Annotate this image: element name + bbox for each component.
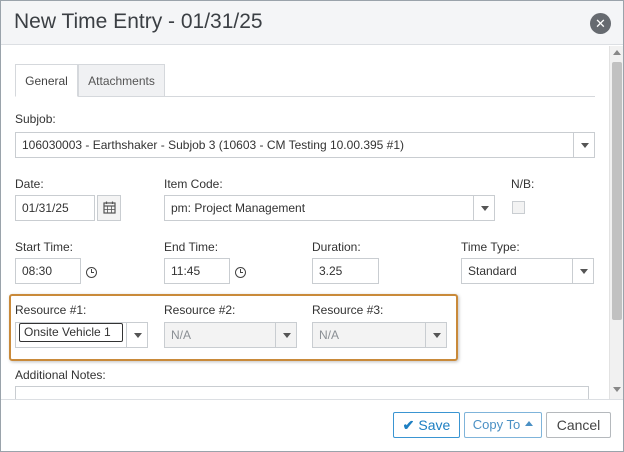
- chevron-down-icon: [481, 206, 489, 211]
- resource1-value: Onsite Vehicle 1: [19, 323, 123, 342]
- time-type-value: Standard: [468, 264, 517, 278]
- tab-bar: General Attachments: [15, 64, 595, 97]
- vertical-scrollbar[interactable]: [609, 46, 623, 399]
- resource2-label: Resource #2:: [164, 303, 236, 317]
- close-button[interactable]: ✕: [590, 13, 611, 34]
- calendar-icon: [103, 201, 116, 214]
- save-button-label: Save: [418, 417, 451, 433]
- resource3-value: N/A: [319, 328, 340, 342]
- resource2-value: N/A: [171, 328, 192, 342]
- additional-notes-textarea[interactable]: [15, 386, 589, 399]
- copy-to-button[interactable]: Copy To: [464, 412, 542, 438]
- resource3-label: Resource #3:: [312, 303, 384, 317]
- dialog-footer: ✔ Save Copy To Cancel: [1, 399, 623, 451]
- date-label: Date:: [15, 177, 44, 191]
- subjob-dropdown-button[interactable]: [573, 132, 595, 158]
- end-time-label: End Time:: [164, 240, 219, 254]
- additional-notes-label: Additional Notes:: [15, 368, 106, 382]
- scrollbar-thumb[interactable]: [612, 62, 622, 320]
- copy-to-button-label: Copy To: [472, 417, 521, 432]
- check-icon: ✔: [402, 417, 415, 433]
- duration-label: Duration:: [312, 240, 361, 254]
- tab-general[interactable]: General: [15, 64, 78, 97]
- subjob-select[interactable]: 106030003 - Earthshaker - Subjob 3 (1060…: [15, 132, 595, 158]
- time-type-label: Time Type:: [461, 240, 520, 254]
- nb-checkbox[interactable]: [512, 201, 525, 214]
- cancel-button[interactable]: Cancel: [546, 412, 611, 438]
- resource1-label: Resource #1:: [15, 303, 87, 317]
- time-entry-dialog: New Time Entry - 01/31/25 ✕ General Atta…: [0, 0, 624, 452]
- nb-label: N/B:: [511, 177, 535, 191]
- dialog-body: General Attachments Subjob: 106030003 - …: [1, 46, 609, 399]
- date-picker-button[interactable]: [97, 195, 121, 221]
- dialog-header: New Time Entry - 01/31/25 ✕: [1, 1, 623, 45]
- start-time-input[interactable]: 08:30: [15, 258, 81, 284]
- close-icon: ✕: [595, 16, 606, 31]
- resource2-dropdown-button[interactable]: [275, 322, 297, 348]
- chevron-down-icon: [433, 333, 441, 338]
- end-time-input[interactable]: 11:45: [164, 258, 230, 284]
- resource1-dropdown-button[interactable]: [126, 322, 148, 348]
- item-code-label: Item Code:: [164, 177, 223, 191]
- resource2-select[interactable]: N/A: [164, 322, 297, 348]
- chevron-down-icon: [134, 333, 142, 338]
- scroll-up-arrow-icon[interactable]: [613, 50, 621, 55]
- clock-icon[interactable]: [235, 267, 246, 278]
- chevron-down-icon: [581, 143, 589, 148]
- caret-up-icon: [525, 421, 534, 427]
- subjob-label: Subjob:: [15, 112, 56, 126]
- subjob-value: 106030003 - Earthshaker - Subjob 3 (1060…: [22, 138, 405, 152]
- item-code-value: pm: Project Management: [171, 201, 306, 215]
- resource1-select[interactable]: Onsite Vehicle 1: [15, 322, 148, 348]
- resource3-dropdown-button[interactable]: [425, 322, 447, 348]
- item-code-dropdown-button[interactable]: [473, 195, 495, 221]
- chevron-down-icon: [580, 269, 588, 274]
- item-code-select[interactable]: pm: Project Management: [164, 195, 495, 221]
- chevron-down-icon: [283, 333, 291, 338]
- resource3-select[interactable]: N/A: [312, 322, 447, 348]
- save-button[interactable]: ✔ Save: [393, 412, 460, 438]
- tab-attachments[interactable]: Attachments: [78, 64, 165, 97]
- start-time-label: Start Time:: [15, 240, 74, 254]
- time-type-dropdown-button[interactable]: [572, 258, 594, 284]
- date-input[interactable]: 01/31/25: [15, 195, 95, 221]
- scroll-down-arrow-icon[interactable]: [613, 387, 621, 392]
- clock-icon[interactable]: [86, 267, 97, 278]
- time-type-select[interactable]: Standard: [461, 258, 594, 284]
- dialog-title: New Time Entry - 01/31/25: [14, 10, 263, 33]
- duration-input[interactable]: 3.25: [312, 258, 379, 284]
